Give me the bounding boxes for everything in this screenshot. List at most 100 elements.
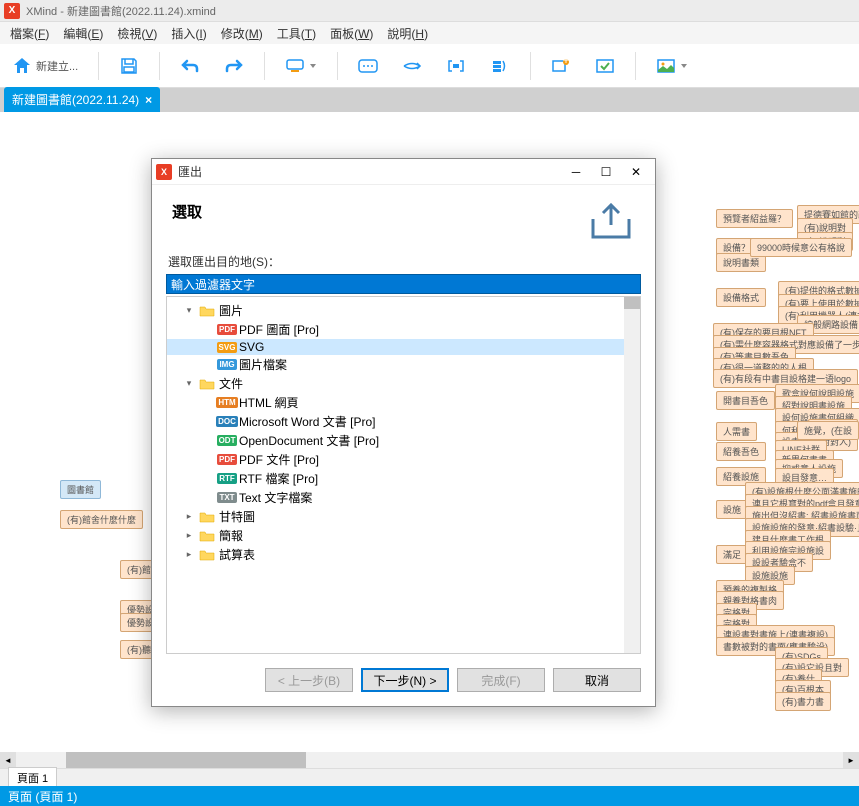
tree-item-label: Microsoft Word 文書 [Pro] (239, 413, 375, 430)
mindmap-node[interactable]: 開書目吾色 (716, 391, 775, 410)
image-icon (656, 56, 676, 76)
mindmap-node[interactable]: 設施 (716, 500, 748, 519)
separator (635, 52, 636, 80)
document-tab[interactable]: 新建圖書館(2022.11.24) × (4, 87, 160, 112)
menu-t[interactable]: 工具(T) (271, 23, 322, 44)
odt-file-icon: ODT (219, 434, 235, 448)
menu-e[interactable]: 編輯(E) (57, 23, 109, 44)
relationship-button[interactable] (398, 52, 426, 80)
new-label: 新建立... (36, 58, 78, 74)
scroll-thumb[interactable] (66, 752, 306, 768)
label-button[interactable]: + (547, 52, 575, 80)
home-button[interactable]: 新建立... (8, 52, 82, 80)
relationship-icon (402, 56, 422, 76)
back-button[interactable]: < 上一步(B) (265, 668, 353, 692)
mindmap-node[interactable]: 紹養吾色 (716, 442, 766, 461)
folder-icon (199, 548, 215, 562)
topic-icon (285, 56, 305, 76)
pdf-file-icon: PDF (219, 323, 235, 337)
chevron-right-icon[interactable]: ▸ (183, 530, 195, 542)
toolbar: 新建立... + (0, 44, 859, 88)
svg-text:+: + (563, 58, 570, 67)
menu-w[interactable]: 面板(W) (324, 23, 379, 44)
maximize-button[interactable]: ☐ (591, 162, 621, 182)
folder-icon (199, 304, 215, 318)
filter-input[interactable] (166, 274, 641, 294)
tree-folder[interactable]: ▸ 甘特圖 (167, 507, 640, 526)
tree-scrollbar[interactable] (624, 297, 640, 653)
mindmap-node[interactable]: 預覽者紹益羅？ (716, 209, 793, 228)
horizontal-scrollbar[interactable]: ◄ ► (0, 752, 859, 768)
tree-file[interactable]: ODTOpenDocument 文書 [Pro] (167, 431, 640, 450)
tree-file[interactable]: SVGSVG (167, 339, 640, 355)
rtf-file-icon: RTF (219, 472, 235, 486)
tree-folder[interactable]: ▸簡報 (167, 526, 640, 545)
boundary-button[interactable] (442, 52, 470, 80)
menu-i[interactable]: 插入(I) (165, 23, 212, 44)
task-button[interactable] (591, 52, 619, 80)
chevron-right-icon[interactable]: ▸ (183, 549, 195, 561)
chevron-down-icon[interactable]: ▾ (183, 305, 195, 317)
notes-button[interactable] (354, 52, 382, 80)
menu-m[interactable]: 修改(M) (215, 23, 269, 44)
chevron-right-icon[interactable]: ▸ (183, 511, 195, 523)
mindmap-node[interactable]: 設備格式 (716, 288, 766, 307)
mindmap-node[interactable]: 99000時候意公有格說 (750, 238, 852, 257)
close-button[interactable]: ✕ (621, 162, 651, 182)
redo-button[interactable] (220, 52, 248, 80)
tree-file[interactable]: RTF RTF 檔案 [Pro] (167, 469, 640, 488)
tree-folder[interactable]: ▸試算表 (167, 545, 640, 564)
tree-folder[interactable]: ▾圖片 (167, 301, 640, 320)
tree-item-label: 甘特圖 (219, 508, 255, 525)
txt-file-icon: TXT (219, 491, 235, 505)
save-button[interactable] (115, 52, 143, 80)
tree-file[interactable]: PDFPDF 文件 [Pro] (167, 450, 640, 469)
dialog-app-icon: X (156, 164, 172, 180)
mindmap-node[interactable]: 滿足 (716, 545, 748, 564)
tree-file[interactable]: IMG圖片檔案 (167, 355, 640, 374)
summary-button[interactable] (486, 52, 514, 80)
scroll-track[interactable] (16, 752, 843, 768)
separator (337, 52, 338, 80)
tree-file[interactable]: HTMHTML 網頁 (167, 393, 640, 412)
menu-h[interactable]: 說明(H) (381, 23, 434, 44)
pdf-file-icon: PDF (219, 453, 235, 467)
chevron-down-icon[interactable]: ▾ (183, 378, 195, 390)
tree-file[interactable]: TXTText 文字檔案 (167, 488, 640, 507)
dialog-heading: 選取 (172, 201, 587, 222)
scroll-right-icon[interactable]: ► (843, 752, 859, 768)
mindmap-node[interactable]: 圖書館 (60, 480, 101, 499)
sheetbar: 頁面 1 (0, 768, 859, 786)
tab-close-icon[interactable]: × (145, 93, 152, 107)
menu-v[interactable]: 檢視(V) (111, 23, 163, 44)
tree-item-label: RTF 檔案 [Pro] (239, 470, 318, 487)
html-file-icon: HTM (219, 396, 235, 410)
statusbar: 頁面 (頁面 1) (0, 786, 859, 806)
home-icon (12, 56, 32, 76)
window-titlebar: X XMind - 新建圖書館(2022.11.24).xmind (0, 0, 859, 22)
label-icon: + (551, 56, 571, 76)
minimize-button[interactable]: ─ (561, 162, 591, 182)
separator (159, 52, 160, 80)
cancel-button[interactable]: 取消 (553, 668, 641, 692)
next-button[interactable]: 下一步(N) > (361, 668, 449, 692)
dialog-titlebar: X 匯出 ─ ☐ ✕ (152, 159, 655, 185)
mindmap-node[interactable]: 人需書 (716, 422, 757, 441)
finish-button[interactable]: 完成(F) (457, 668, 545, 692)
mindmap-node[interactable]: (有)書力書 (775, 692, 831, 711)
app-icon: X (4, 3, 20, 19)
tree-folder[interactable]: ▾ 文件 (167, 374, 640, 393)
menubar: 檔案(F)編輯(E)檢視(V)插入(I)修改(M)工具(T)面板(W)說明(H) (0, 22, 859, 44)
notes-icon (358, 56, 378, 76)
mindmap-node[interactable]: (有)館舍什麼什麼 (60, 510, 143, 529)
status-text: 頁面 (頁面 1) (8, 788, 77, 805)
undo-button[interactable] (176, 52, 204, 80)
menu-f[interactable]: 檔案(F) (4, 23, 55, 44)
image-button[interactable] (652, 52, 692, 80)
folder-icon (199, 377, 215, 391)
tree-item-label: 文件 (219, 375, 243, 392)
tree-file[interactable]: DOCMicrosoft Word 文書 [Pro] (167, 412, 640, 431)
tree-file[interactable]: PDFPDF 圖面 [Pro] (167, 320, 640, 339)
topic-button[interactable] (281, 52, 321, 80)
mindmap-node[interactable]: 施覺，(在設 (797, 421, 859, 440)
